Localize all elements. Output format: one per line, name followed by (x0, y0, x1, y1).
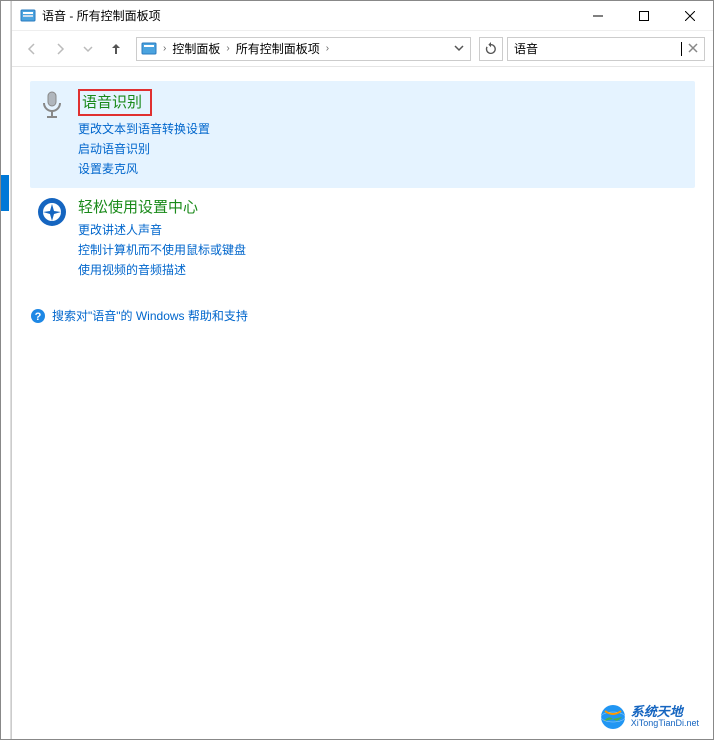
result-title[interactable]: 轻松使用设置中心 (78, 196, 689, 217)
result-ease-of-access[interactable]: 轻松使用设置中心 更改讲述人声音 控制计算机而不使用鼠标或键盘 使用视频的音频描… (30, 188, 695, 289)
help-text: 搜索对"语音"的 Windows 帮助和支持 (52, 307, 248, 324)
chevron-right-icon[interactable]: › (222, 43, 233, 54)
maximize-button[interactable] (621, 1, 667, 31)
navigation-bar: › 控制面板 › 所有控制面板项 › 语音 (12, 31, 713, 67)
help-icon: ? (30, 308, 46, 324)
close-button[interactable] (667, 1, 713, 31)
minimize-button[interactable] (575, 1, 621, 31)
result-speech-recognition[interactable]: 语音识别 更改文本到语音转换设置 启动语音识别 设置麦克风 (30, 81, 695, 188)
recent-locations-button[interactable] (76, 37, 100, 61)
up-button[interactable] (104, 37, 128, 61)
microphone-icon (36, 89, 68, 121)
globe-icon (599, 703, 627, 731)
result-link[interactable]: 设置麦克风 (78, 160, 689, 178)
chevron-right-icon[interactable]: › (322, 43, 333, 54)
address-bar[interactable]: › 控制面板 › 所有控制面板项 › (136, 37, 471, 61)
chevron-right-icon[interactable]: › (159, 43, 170, 54)
result-link[interactable]: 控制计算机而不使用鼠标或键盘 (78, 241, 689, 259)
result-link[interactable]: 使用视频的音频描述 (78, 261, 689, 279)
ease-of-access-icon (36, 196, 68, 228)
results-area: 语音识别 更改文本到语音转换设置 启动语音识别 设置麦克风 轻松使用设置中心 (12, 67, 713, 739)
result-link[interactable]: 更改讲述人声音 (78, 221, 689, 239)
svg-text:?: ? (35, 311, 42, 323)
refresh-button[interactable] (479, 37, 503, 61)
app-icon (20, 8, 36, 24)
watermark-en: XiTongTianDi.net (631, 719, 699, 729)
address-dropdown-button[interactable] (448, 42, 470, 56)
watermark-cn: 系统天地 (631, 705, 699, 719)
back-button[interactable] (20, 37, 44, 61)
watermark: 系统天地 XiTongTianDi.net (599, 703, 699, 731)
result-link[interactable]: 更改文本到语音转换设置 (78, 120, 689, 138)
search-value: 语音 (514, 40, 681, 57)
control-panel-window: 语音 - 所有控制面板项 (11, 1, 713, 739)
result-title[interactable]: 语音识别 (78, 89, 152, 116)
breadcrumb-item[interactable]: 所有控制面板项 (234, 40, 322, 57)
clear-search-button[interactable] (682, 42, 698, 56)
breadcrumb-item[interactable]: 控制面板 (170, 40, 222, 57)
search-input[interactable]: 语音 (507, 37, 705, 61)
window-title: 语音 - 所有控制面板项 (42, 7, 575, 24)
result-link[interactable]: 启动语音识别 (78, 140, 689, 158)
forward-button[interactable] (48, 37, 72, 61)
control-panel-icon (141, 41, 157, 57)
title-bar: 语音 - 所有控制面板项 (12, 1, 713, 31)
windows-help-link[interactable]: ? 搜索对"语音"的 Windows 帮助和支持 (30, 307, 695, 324)
